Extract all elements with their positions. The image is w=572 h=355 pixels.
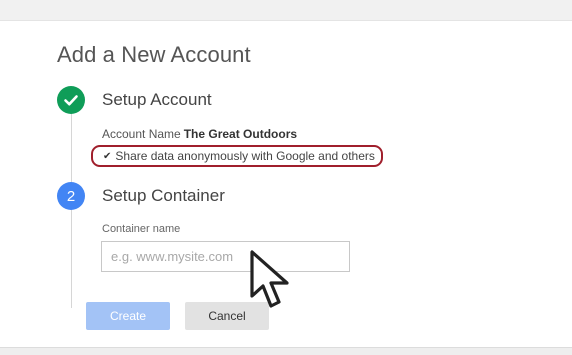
mouse-pointer-icon: [250, 250, 289, 308]
account-name-line: Account Name The Great Outdoors: [102, 127, 297, 141]
share-data-option[interactable]: ✔ Share data anonymously with Google and…: [91, 145, 383, 167]
create-button[interactable]: Create: [86, 302, 170, 330]
container-name-input[interactable]: [101, 241, 350, 272]
step-2-title: Setup Container: [102, 186, 225, 205]
top-background-strip: [0, 0, 572, 20]
step-2-active-badge: 2: [57, 182, 85, 210]
account-name-value: The Great Outdoors: [183, 127, 298, 141]
step-connector-line: [71, 112, 72, 308]
share-data-label: Share data anonymously with Google and o…: [115, 149, 375, 163]
step-1-title: Setup Account: [102, 90, 212, 109]
checkmark-icon: [64, 95, 78, 106]
page-title: Add a New Account: [57, 42, 251, 67]
container-name-label: Container name: [102, 223, 181, 235]
bottom-background-strip: [0, 348, 572, 355]
step-2-number: 2: [66, 187, 76, 205]
step-1-complete-badge: [57, 86, 85, 114]
account-name-label: Account Name: [102, 127, 181, 141]
small-checkmark-icon: ✔: [103, 150, 112, 162]
